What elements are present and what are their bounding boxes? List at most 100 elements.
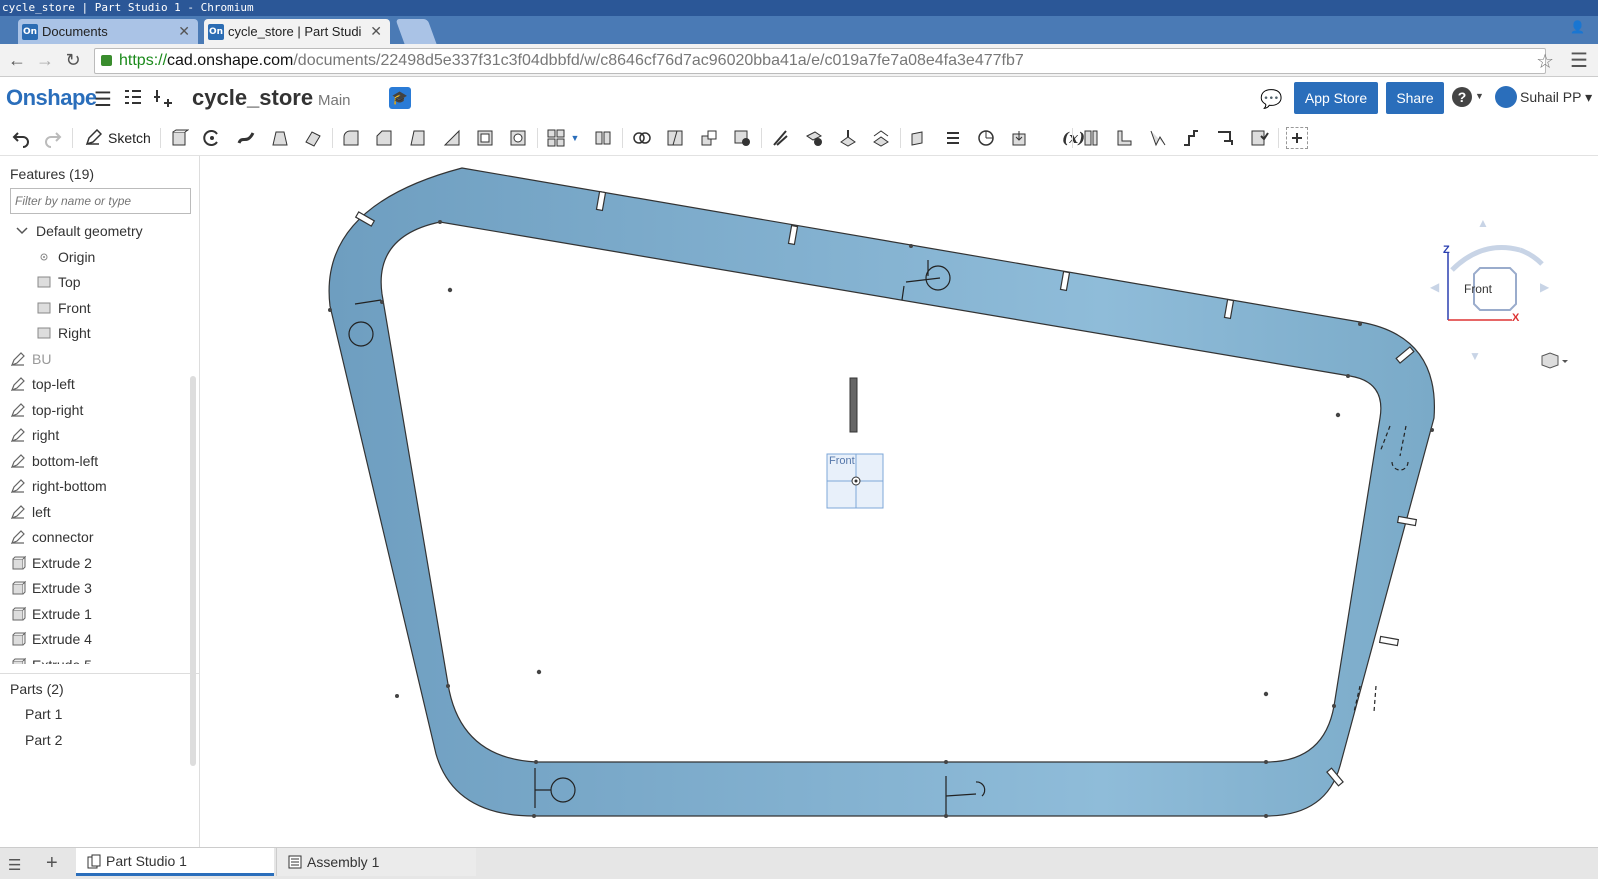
- reload-button[interactable]: ↻: [62, 49, 84, 71]
- hamburger-menu-icon[interactable]: ☰: [94, 87, 112, 112]
- feature-item[interactable]: BU: [0, 346, 190, 372]
- feature-filter-input[interactable]: [10, 188, 191, 214]
- pattern-icon[interactable]: [545, 127, 567, 149]
- sweep-icon[interactable]: [235, 127, 257, 149]
- feature-item[interactable]: Extrude 3: [0, 575, 190, 601]
- hem-icon[interactable]: [1147, 127, 1169, 149]
- workspace-name[interactable]: Main: [318, 92, 351, 109]
- vertical-bar[interactable]: [849, 377, 858, 433]
- feature-item[interactable]: left: [0, 499, 190, 525]
- app-store-button[interactable]: App Store: [1294, 82, 1378, 114]
- add-tab-button[interactable]: +: [46, 852, 58, 875]
- browser-tab-documents[interactable]: On Documents ✕: [18, 19, 198, 44]
- boolean-icon[interactable]: [631, 127, 653, 149]
- part-list-item[interactable]: Part 2: [25, 732, 62, 748]
- flange-icon[interactable]: [1113, 127, 1135, 149]
- delete-part-icon[interactable]: [731, 127, 753, 149]
- mate-connector-icon[interactable]: [975, 127, 997, 149]
- new-tab-button[interactable]: [395, 19, 437, 44]
- feature-item[interactable]: Front: [0, 295, 190, 321]
- helix-icon[interactable]: [942, 127, 964, 149]
- feature-item[interactable]: Extrude 2: [0, 550, 190, 576]
- feature-item[interactable]: Extrude 1: [0, 601, 190, 627]
- feature-item[interactable]: top-right: [0, 397, 190, 423]
- thicken-icon[interactable]: [302, 127, 324, 149]
- chevron-down-icon[interactable]: [14, 223, 30, 239]
- extrude-icon: [10, 555, 26, 571]
- feature-list-scrollbar[interactable]: [190, 376, 196, 766]
- feature-item[interactable]: top-left: [0, 371, 190, 397]
- rotate-up-icon[interactable]: ▲: [1477, 216, 1489, 230]
- finish-sheet-metal-icon[interactable]: [1248, 127, 1270, 149]
- hole-icon[interactable]: [507, 127, 529, 149]
- tab-manager-icon[interactable]: ☰: [8, 856, 21, 874]
- forward-button[interactable]: →: [34, 49, 56, 71]
- move-face-icon[interactable]: [837, 127, 859, 149]
- rotate-right-icon[interactable]: ▶: [1540, 280, 1549, 294]
- plane-icon[interactable]: [908, 127, 930, 149]
- feature-item[interactable]: Default geometry: [0, 218, 190, 244]
- rotate-down-icon[interactable]: ▼: [1469, 349, 1481, 363]
- add-custom-feature-icon[interactable]: [1286, 127, 1308, 149]
- rib-icon[interactable]: [441, 127, 463, 149]
- fillet-icon[interactable]: [340, 127, 362, 149]
- redo-icon[interactable]: [42, 127, 64, 149]
- tab-part-studio-1[interactable]: Part Studio 1: [76, 848, 274, 876]
- delete-face-icon[interactable]: [803, 127, 825, 149]
- undo-icon[interactable]: [10, 127, 32, 149]
- sketch-button[interactable]: Sketch: [84, 126, 151, 150]
- learning-center-icon[interactable]: 🎓: [389, 87, 411, 109]
- onshape-logo[interactable]: Onshape: [6, 85, 97, 111]
- feature-item[interactable]: Right: [0, 320, 190, 346]
- user-menu[interactable]: Suhail PP ▾: [1520, 89, 1592, 106]
- shell-icon[interactable]: [474, 127, 496, 149]
- chevron-down-icon[interactable]: ▼: [568, 127, 582, 149]
- corner-icon[interactable]: [1214, 127, 1236, 149]
- tab-assembly-1[interactable]: Assembly 1: [276, 848, 476, 876]
- feature-item[interactable]: Extrude 5: [0, 652, 190, 664]
- feature-item[interactable]: Origin: [0, 244, 190, 270]
- chamfer-icon[interactable]: [373, 127, 395, 149]
- rotate-left-icon[interactable]: ◀: [1430, 280, 1439, 294]
- view-options-icon[interactable]: [1540, 352, 1570, 373]
- sheet-metal-icon[interactable]: [1080, 127, 1102, 149]
- replace-face-icon[interactable]: [870, 127, 892, 149]
- part-list-item[interactable]: Part 1: [25, 706, 62, 722]
- chevron-down-icon[interactable]: ▼: [1475, 91, 1484, 101]
- split-icon[interactable]: [664, 127, 686, 149]
- document-name[interactable]: cycle_store: [192, 85, 313, 111]
- modify-fillet-icon[interactable]: [770, 127, 792, 149]
- view-cube-face[interactable]: Front: [1463, 282, 1493, 296]
- feature-item[interactable]: Extrude 4: [0, 626, 190, 652]
- draft-icon[interactable]: [407, 127, 429, 149]
- browser-menu-icon[interactable]: ☰: [1570, 48, 1588, 73]
- feature-item[interactable]: bottom-left: [0, 448, 190, 474]
- close-tab-icon[interactable]: ✕: [178, 23, 190, 40]
- feature-item[interactable]: connector: [0, 524, 190, 550]
- feature-item[interactable]: right-bottom: [0, 473, 190, 499]
- close-tab-icon[interactable]: ✕: [370, 23, 382, 40]
- jog-icon[interactable]: [1180, 127, 1202, 149]
- loft-icon[interactable]: [269, 127, 291, 149]
- extrude-icon[interactable]: [168, 127, 190, 149]
- insert-icon[interactable]: [152, 87, 174, 115]
- view-cube[interactable]: ▲ ◀ ▶ ▼ Front Z X: [1430, 216, 1558, 363]
- model-canvas[interactable]: [200, 156, 1598, 847]
- back-button[interactable]: ←: [6, 49, 28, 71]
- comments-icon[interactable]: 💬: [1260, 89, 1282, 110]
- feature-item[interactable]: right: [0, 422, 190, 448]
- browser-tab-part-studio[interactable]: On cycle_store | Part Studi ✕: [204, 19, 390, 44]
- feature-item[interactable]: Top: [0, 269, 190, 295]
- revolve-icon[interactable]: [201, 127, 223, 149]
- mirror-icon[interactable]: [592, 127, 614, 149]
- avatar[interactable]: [1495, 86, 1517, 108]
- transform-icon[interactable]: [698, 127, 720, 149]
- url-input[interactable]: https://cad.onshape.com/documents/22498d…: [94, 48, 1546, 74]
- import-icon[interactable]: [1009, 127, 1031, 149]
- profile-icon[interactable]: 👤: [1570, 20, 1586, 38]
- bookmark-star-icon[interactable]: ☆: [1536, 49, 1554, 74]
- share-button[interactable]: Share: [1386, 82, 1444, 114]
- help-icon[interactable]: ?: [1452, 87, 1472, 107]
- graphics-viewport[interactable]: Front: [200, 156, 1598, 847]
- feature-list-icon[interactable]: [122, 87, 144, 115]
